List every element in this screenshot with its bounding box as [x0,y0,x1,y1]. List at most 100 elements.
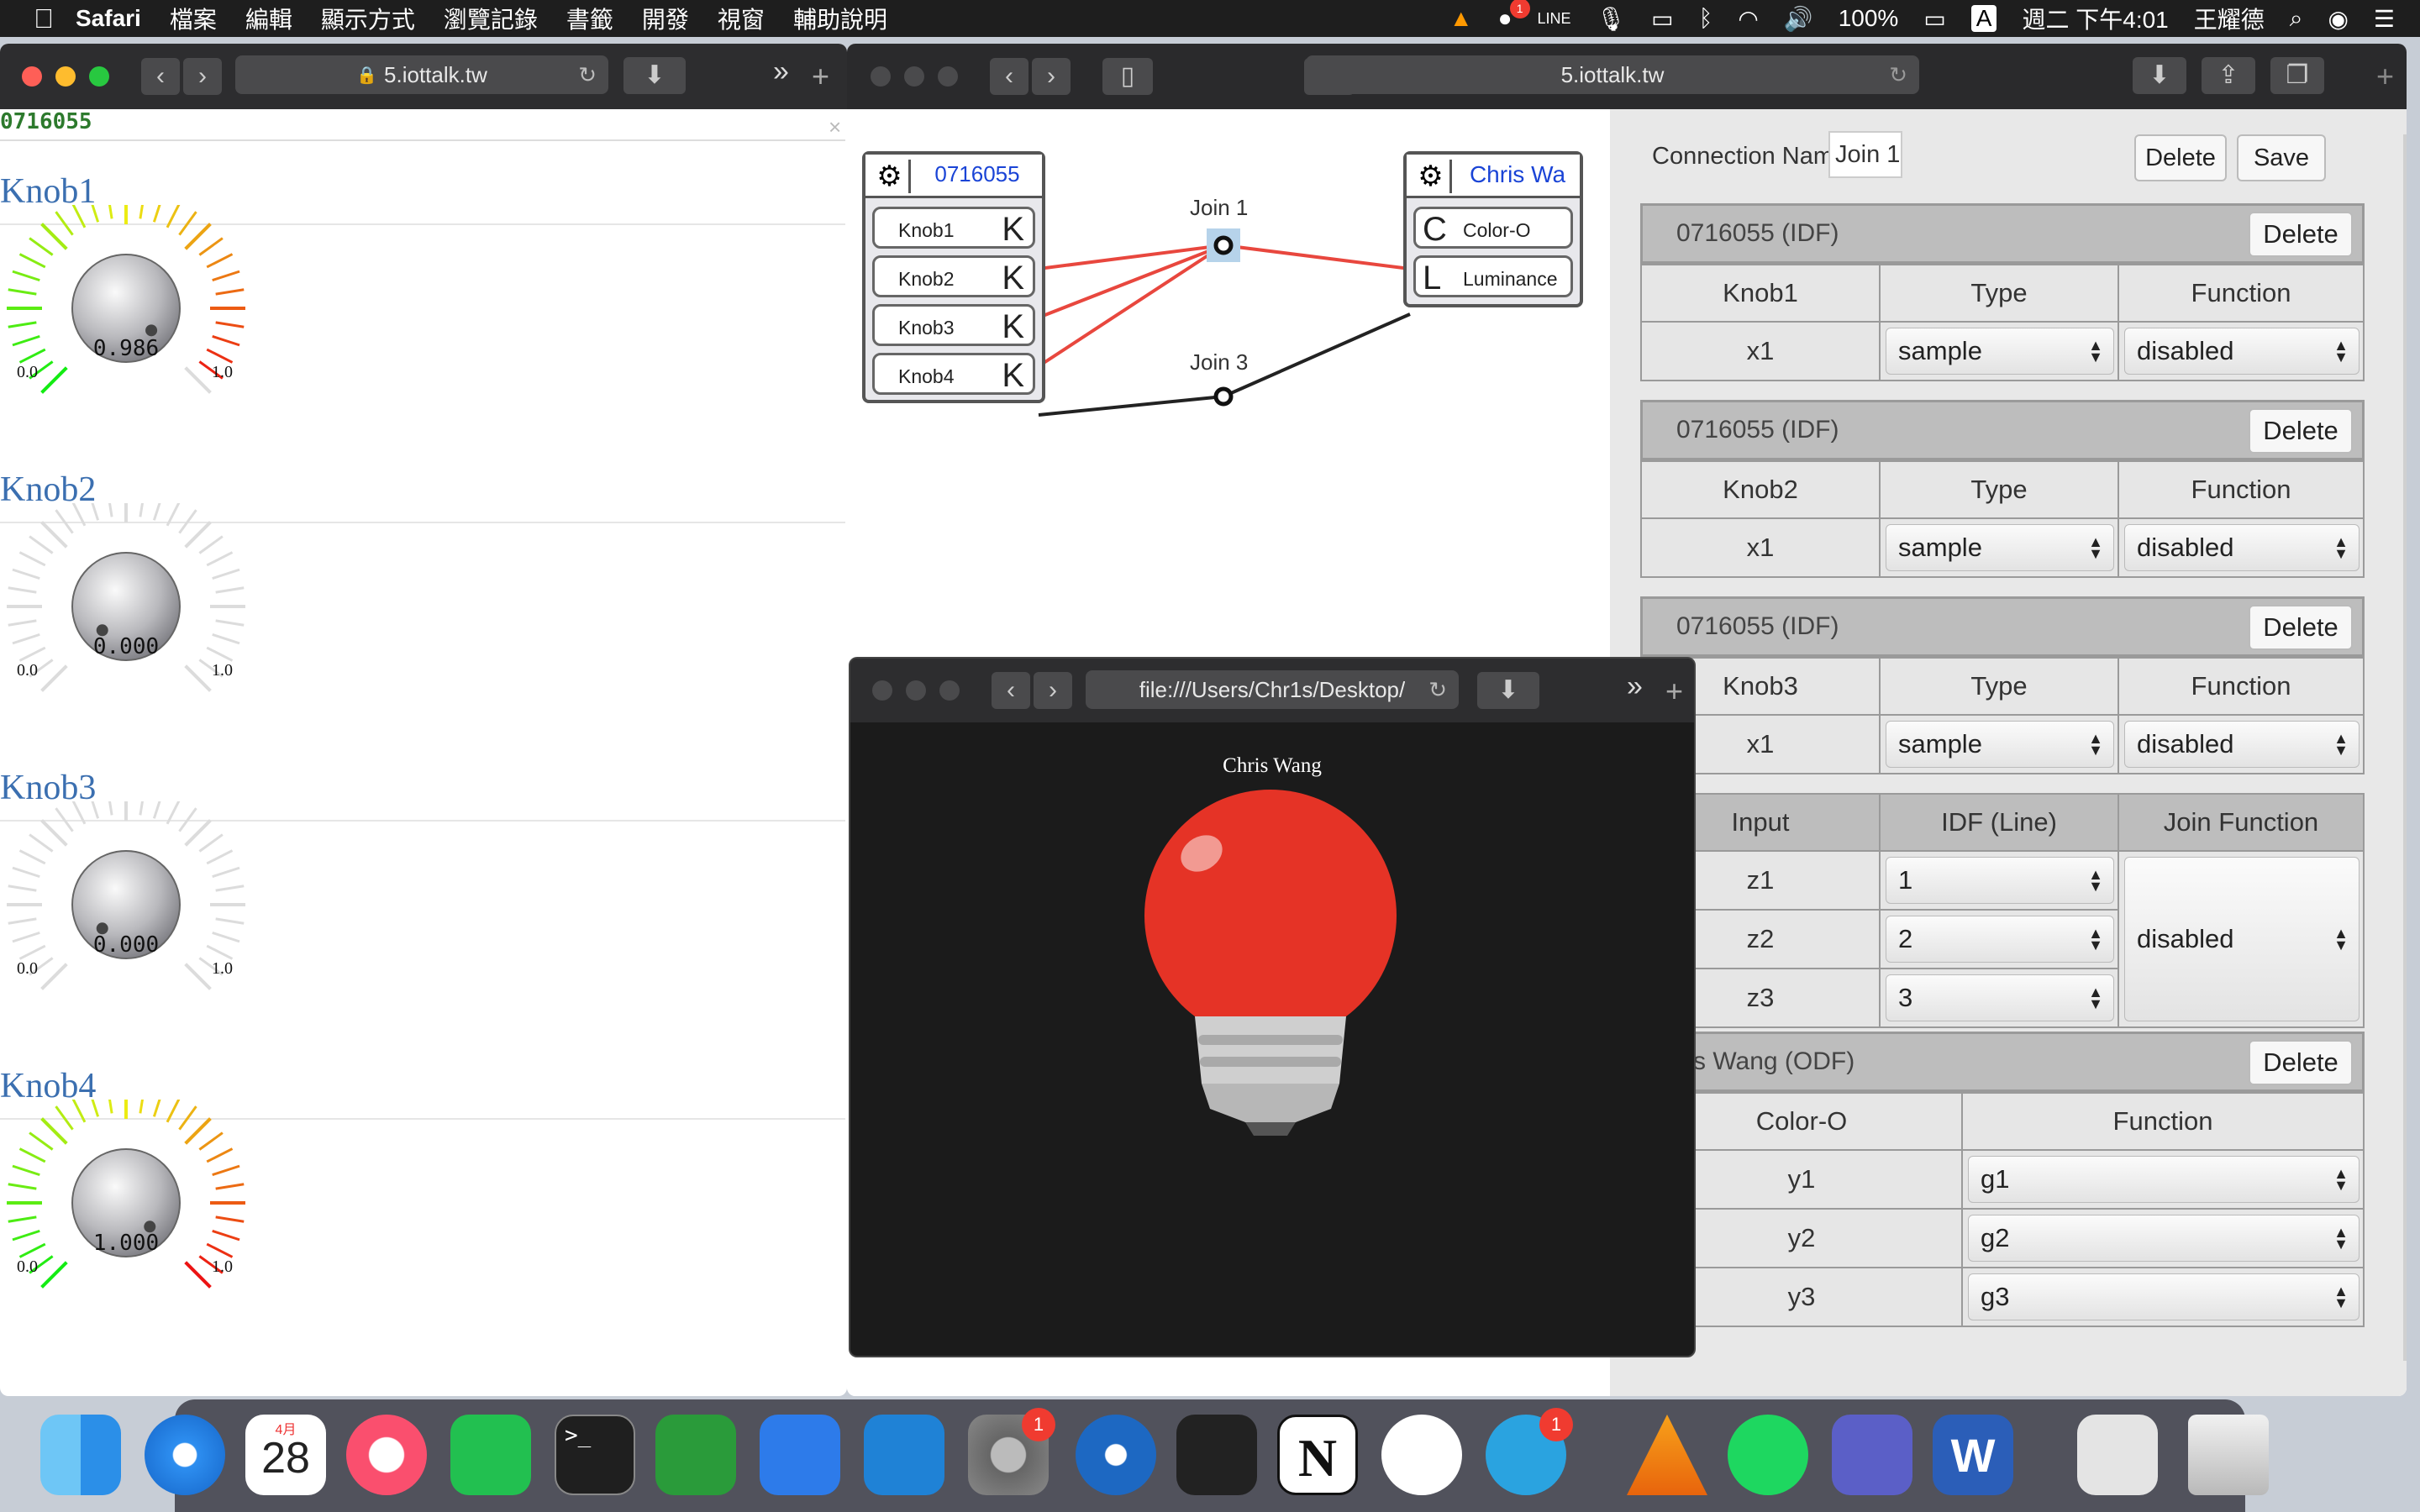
share-icon[interactable]: ⇪ [2202,57,2255,94]
odf-device-name[interactable]: Chris Wa [1455,161,1580,188]
wifi-icon[interactable]: ◠ [1738,5,1758,33]
menu-history[interactable]: 瀏覽記錄 [444,2,538,35]
forward-button[interactable]: › [1032,58,1071,95]
vscode-icon[interactable] [864,1415,944,1495]
odf-function-select[interactable]: g3 ▲ ▼ [1968,1273,2360,1320]
close-button[interactable] [872,680,892,701]
delete-idf-button[interactable]: Delete [2249,212,2353,257]
idf-line-select[interactable]: 3 ▲ ▼ [1886,974,2114,1021]
more-toolbar-icon[interactable]: » [1627,670,1643,703]
notification-status-icon[interactable]: ● 1 [1498,0,1530,32]
idf-feature-3[interactable]: Knob3 K [872,304,1035,346]
volume-icon[interactable]: 🔊 [1784,5,1813,33]
connection-name-input[interactable]: Join 1 [1828,131,1902,178]
close-icon[interactable]: × [829,114,841,140]
battery-icon[interactable]: ▭ [1923,5,1945,33]
xcode-icon[interactable] [760,1415,840,1495]
safari-icon[interactable] [145,1415,225,1495]
app-menu-safari[interactable]: Safari [76,5,141,32]
join-node-1[interactable] [1213,235,1234,255]
forward-button[interactable]: › [1034,672,1072,709]
terminal-icon[interactable]: >_ [555,1415,635,1495]
menu-develop[interactable]: 開發 [642,2,689,35]
knob-dial[interactable] [0,801,252,1045]
delete-idf-button[interactable]: Delete [2249,605,2353,650]
zoom-button[interactable] [939,680,960,701]
link-join3-luminance[interactable] [1223,312,1411,398]
menu-view[interactable]: 顯示方式 [321,2,415,35]
new-tab-button[interactable]: + [2376,59,2394,94]
address-bar[interactable]: 🔒 5.iottalk.tw ↻ [235,55,608,94]
word-icon[interactable]: W [1933,1415,2013,1495]
new-tab-button[interactable]: + [1665,674,1683,709]
minimize-button[interactable] [906,680,926,701]
zoom-button[interactable] [89,66,109,87]
vim-icon[interactable] [655,1415,736,1495]
odf-function-select[interactable]: g1 ▲ ▼ [1968,1156,2360,1203]
minimize-button[interactable] [904,66,924,87]
odf-device-block[interactable]: ⚙ Chris Wa C Color-O L Luminance [1403,151,1583,307]
delete-connection-button[interactable]: Delete [2134,134,2227,181]
line-icon[interactable] [450,1415,531,1495]
odf-feature-1[interactable]: C Color-O [1413,207,1573,249]
odf-function-select[interactable]: g2 ▲ ▼ [1968,1215,2360,1262]
line-status-icon[interactable]: LINE [1538,10,1571,28]
tabs-overview-icon[interactable]: ❐ [2270,57,2324,94]
idf-device-block[interactable]: ⚙ 0716055 Knob1 K Knob2 K Knob3 K Knob4 K [862,151,1045,403]
idf-feature-1[interactable]: Knob1 K [872,207,1035,249]
downloads-icon[interactable]: ⬇ [2133,57,2186,94]
airplay-icon[interactable]: ▭ [1651,5,1673,33]
spotify-icon[interactable] [1728,1415,1808,1495]
control-center-icon[interactable]: ☰ [2374,5,2395,33]
menu-window[interactable]: 視窗 [718,2,765,35]
new-tab-button[interactable]: + [812,59,829,94]
telegram-icon[interactable]: 1 [1486,1408,1573,1495]
slack-icon[interactable] [1381,1415,1462,1495]
more-toolbar-icon[interactable]: » [773,55,789,88]
join-node-3[interactable] [1213,386,1234,407]
vlc-status-icon[interactable]: ▲ [1449,5,1473,32]
voice-memos-icon[interactable] [1076,1415,1156,1495]
back-button[interactable]: ‹ [992,672,1030,709]
menu-bookmarks[interactable]: 書籤 [566,2,613,35]
gear-icon[interactable]: ⚙ [871,160,911,193]
knob-dial[interactable] [0,503,252,747]
system-preferences-icon[interactable]: 1 [968,1408,1055,1495]
back-button[interactable]: ‹ [990,58,1028,95]
odf-feature-2[interactable]: L Luminance [1413,255,1573,297]
idf-feature-2[interactable]: Knob2 K [872,255,1035,297]
bluetooth-icon[interactable]: ᛒ [1699,5,1713,32]
gear-icon[interactable]: ⚙ [1412,160,1452,193]
battery-percentage[interactable]: 100% [1839,5,1899,32]
delete-idf-button[interactable]: Delete [2249,408,2353,454]
reload-icon[interactable]: ↻ [1428,677,1447,703]
save-button[interactable]: Save [2237,134,2326,181]
sidebar-toggle-icon[interactable]: ▯ [1102,58,1153,95]
idf-line-select[interactable]: 2 ▲ ▼ [1886,916,2114,963]
vlc-icon[interactable] [1627,1415,1707,1495]
link-knob4-join3[interactable] [1038,395,1224,417]
idf-device-name[interactable]: 0716055 [914,161,1040,187]
microphone-icon[interactable]: 🎙 [1597,5,1627,33]
close-button[interactable] [22,66,42,87]
function-select[interactable]: disabled ▲ ▼ [2124,524,2360,571]
forward-button[interactable]: › [183,58,222,95]
notion-icon[interactable]: N [1277,1415,1358,1495]
documents-icon[interactable] [2077,1415,2158,1495]
panel-scrollbar[interactable] [2403,134,2407,1361]
address-bar[interactable]: 5.iottalk.tw ↻ [1306,55,1919,94]
type-select[interactable]: sample ▲ ▼ [1886,328,2114,375]
calendar-icon[interactable]: 4月 28 [245,1415,326,1495]
spotlight-icon[interactable]: ⌕ [2290,5,2303,33]
clock[interactable]: 週二 下午4:01 [2022,2,2168,35]
address-bar[interactable]: file:///Users/Chr1s/Desktop/ ↻ [1086,670,1459,709]
zoom-button[interactable] [938,66,958,87]
menu-file[interactable]: 檔案 [170,2,217,35]
join-function-select[interactable]: disabled ▲ ▼ [2124,857,2360,1021]
type-select[interactable]: sample ▲ ▼ [1886,721,2114,768]
reload-icon[interactable]: ↻ [1889,62,1907,88]
music-icon[interactable] [346,1415,427,1495]
menu-edit[interactable]: 編輯 [245,2,292,35]
siri-icon[interactable]: ◉ [2328,5,2348,33]
link-join1-color[interactable] [1223,244,1411,270]
